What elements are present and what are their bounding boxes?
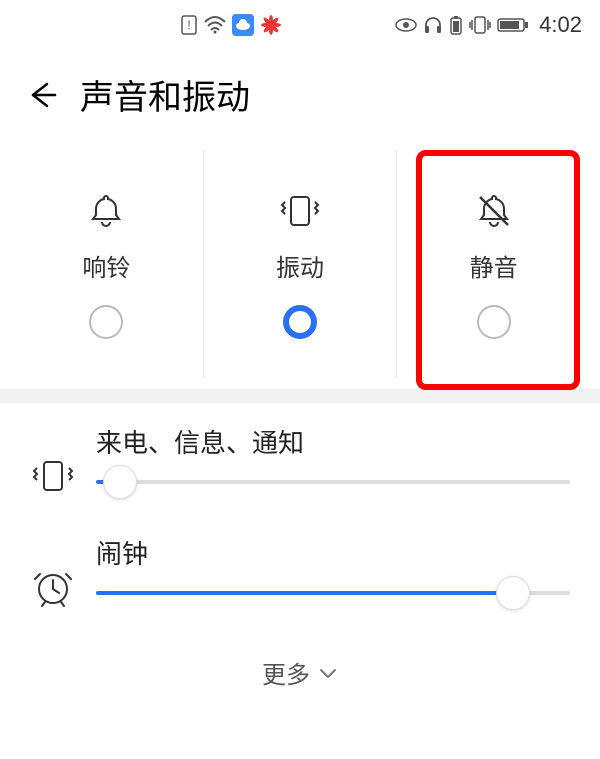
mode-vibrate-label: 振动 bbox=[276, 248, 324, 283]
battery2-icon bbox=[497, 17, 529, 33]
radio-silent[interactable] bbox=[477, 305, 511, 339]
more-button[interactable]: 更多 bbox=[30, 645, 570, 700]
svg-text:!: ! bbox=[187, 18, 190, 32]
vibrate-icon bbox=[30, 453, 76, 499]
bell-icon bbox=[85, 190, 127, 232]
mode-silent-label: 静音 bbox=[470, 248, 518, 283]
page-header: 声音和振动 bbox=[0, 50, 600, 149]
slider-alarm-label: 闹钟 bbox=[96, 534, 570, 571]
slider-notification-label: 来电、信息、通知 bbox=[96, 423, 570, 460]
more-label: 更多 bbox=[262, 655, 310, 690]
slider-row-notification: 来电、信息、通知 bbox=[30, 423, 570, 504]
bell-off-icon bbox=[473, 190, 515, 232]
page-title: 声音和振动 bbox=[80, 70, 250, 119]
radio-ring[interactable] bbox=[89, 305, 123, 339]
mode-silent[interactable]: 静音 bbox=[397, 149, 590, 379]
chevron-down-icon bbox=[318, 666, 338, 680]
status-right: 4:02 bbox=[395, 12, 582, 38]
status-bar: ! 4:02 bbox=[0, 0, 600, 50]
status-time: 4:02 bbox=[539, 12, 582, 38]
slider-row-alarm: 闹钟 bbox=[30, 534, 570, 615]
alarm-clock-icon bbox=[30, 564, 76, 610]
sound-mode-selector: 响铃 振动 静音 bbox=[0, 149, 600, 379]
sim-alert-icon: ! bbox=[180, 15, 198, 35]
slider-alarm[interactable] bbox=[96, 591, 570, 595]
slider-thumb[interactable] bbox=[103, 465, 137, 499]
battery1-icon bbox=[449, 15, 463, 35]
wifi-icon bbox=[204, 16, 226, 34]
volume-sliders-section: 来电、信息、通知 闹钟 更多 bbox=[0, 403, 600, 700]
radio-vibrate[interactable] bbox=[283, 305, 317, 339]
vibrate-icon bbox=[279, 190, 321, 232]
eye-icon bbox=[395, 18, 417, 32]
headphones-icon bbox=[423, 15, 443, 35]
slider-thumb[interactable] bbox=[496, 576, 530, 610]
mode-vibrate[interactable]: 振动 bbox=[204, 149, 398, 379]
vibrate-status-icon bbox=[469, 15, 491, 35]
mode-ring[interactable]: 响铃 bbox=[10, 149, 204, 379]
status-left: ! bbox=[180, 14, 282, 36]
mode-ring-label: 响铃 bbox=[82, 248, 130, 283]
back-button[interactable] bbox=[24, 77, 60, 113]
cloud-app-icon bbox=[232, 14, 254, 36]
section-divider bbox=[0, 389, 600, 403]
huawei-icon bbox=[260, 14, 282, 36]
slider-notification[interactable] bbox=[96, 480, 570, 484]
